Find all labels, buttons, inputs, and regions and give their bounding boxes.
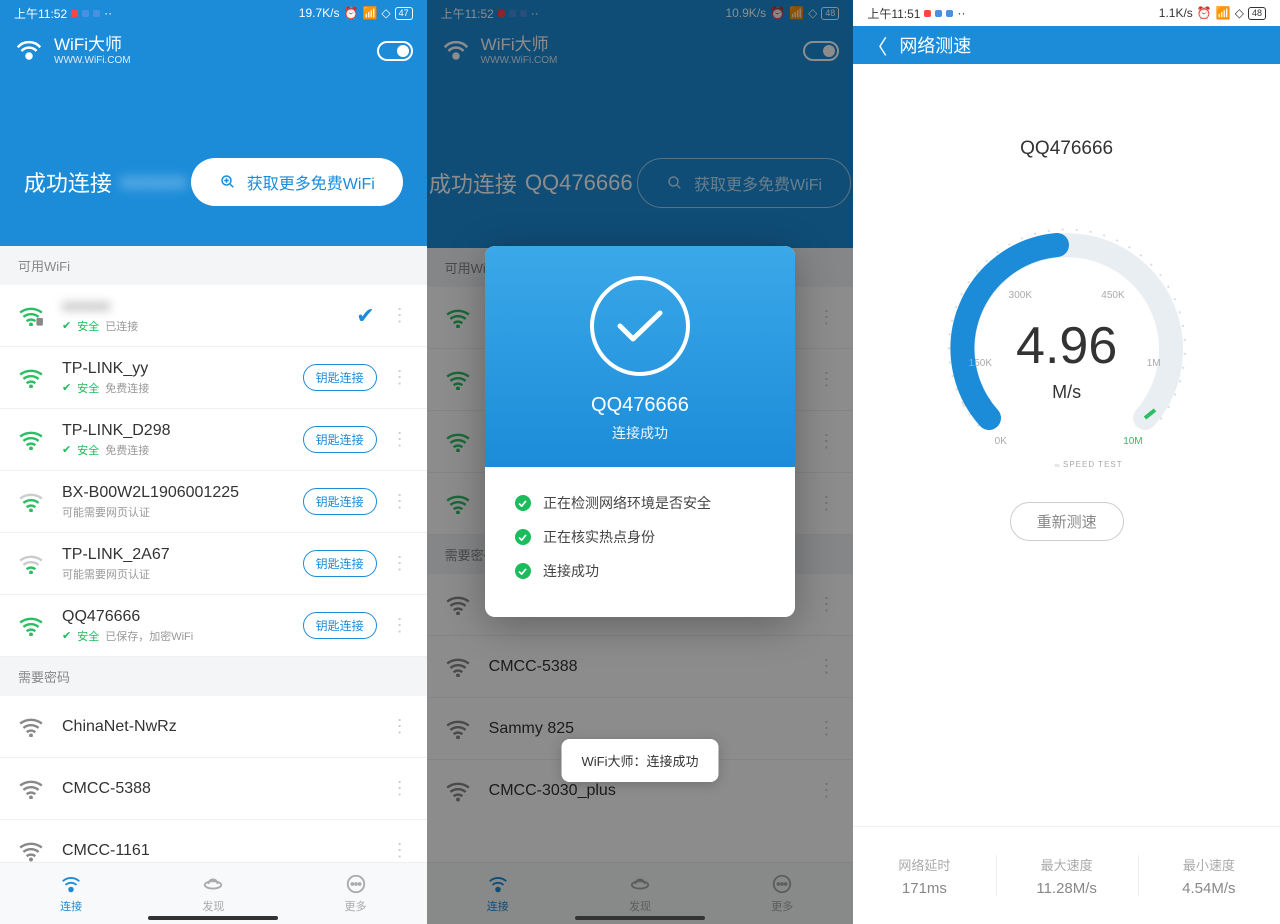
connect-success-dialog: QQ476666 连接成功 正在检测网络环境是否安全 正在核实热点身份 连接成功 <box>485 246 795 617</box>
dialog-steps: 正在检测网络环境是否安全 正在核实热点身份 连接成功 <box>485 467 795 617</box>
wifi-list: ●●●●● ✔安全已连接 ✔ ⋮ TP-LINK_yy✔安全免费连接 钥匙连接 … <box>0 285 427 862</box>
section-available: 可用WiFi <box>0 246 427 285</box>
gauge-unit: M/s <box>917 382 1217 403</box>
tab-discover[interactable]: 发现 <box>142 863 284 924</box>
home-indicator[interactable] <box>148 916 278 920</box>
wifi-row[interactable]: CMCC-1161 ⋮ <box>0 820 427 862</box>
status-bar: 上午11:52 ·· 19.7K/s ⏰ 📶 ◇ 47 <box>0 0 427 26</box>
tab-bar: 连接 发现 更多 <box>0 862 427 924</box>
screen-wifi-list: 上午11:52 ·· 19.7K/s ⏰ 📶 ◇ 47 WiFi大师 WWW.W… <box>0 0 427 924</box>
screen-speed-test: 上午11:51·· 1.1K/s⏰📶◇48 〈 网络测速 QQ476666 0K… <box>853 0 1280 924</box>
alarm-icon: ⏰ <box>344 6 359 20</box>
back-icon[interactable]: 〈 <box>867 31 887 60</box>
hero-prefix: 成功连接 <box>24 166 112 198</box>
more-icon <box>345 873 367 895</box>
speed-gauge: 0K 150K 300K 450K 1M 10M SPEED TEST 4.96… <box>917 208 1217 468</box>
toast: WiFi大师：连接成功 <box>561 739 718 782</box>
more-icon[interactable]: ⋮ <box>385 785 415 792</box>
wifi-row[interactable]: TP-LINK_2A67可能需要网页认证 钥匙连接 ⋮ <box>0 533 427 595</box>
wifi-row[interactable]: ChinaNet-NwRz ⋮ <box>0 696 427 758</box>
home-indicator[interactable] <box>575 916 705 920</box>
gauge-value: 4.96 <box>917 316 1217 376</box>
wifi-signal-icon <box>18 429 44 451</box>
wifi-signal-icon <box>18 305 44 327</box>
hero-ssid: ●●●●● <box>120 169 186 195</box>
wifi-signal-icon <box>18 491 44 513</box>
metrics: 网络延时171ms 最大速度11.28M/s 最小速度4.54M/s <box>853 826 1280 924</box>
wifi-signal-icon <box>18 716 44 738</box>
app-icon <box>82 10 89 17</box>
wifi-row[interactable]: TP-LINK_yy✔安全免费连接 钥匙连接 ⋮ <box>0 347 427 409</box>
wifi-row[interactable]: BX-B00W2L1906001225可能需要网页认证 钥匙连接 ⋮ <box>0 471 427 533</box>
record-icon <box>71 10 78 17</box>
wifi-signal-icon <box>18 553 44 575</box>
wifi-signal-icon <box>18 367 44 389</box>
wifi-row[interactable]: ●●●●● ✔安全已连接 ✔ ⋮ <box>0 285 427 347</box>
status-dots: ·· <box>104 6 112 20</box>
more-icon[interactable]: ⋮ <box>385 723 415 730</box>
metric-max: 最大速度11.28M/s <box>996 827 1138 924</box>
retest-button[interactable]: 重新测速 <box>1010 502 1124 541</box>
wifi-icon: ◇ <box>381 6 390 20</box>
more-icon[interactable]: ⋮ <box>385 436 415 443</box>
tab-connect[interactable]: 连接 <box>0 863 142 924</box>
more-icon[interactable]: ⋮ <box>385 560 415 567</box>
speed-ssid: QQ476666 <box>1020 138 1113 160</box>
wifi-row[interactable]: QQ476666✔安全已保存，加密WiFi 钥匙连接 ⋮ <box>0 595 427 657</box>
wifi-signal-icon <box>18 778 44 800</box>
app-subtitle: WWW.WiFi.COM <box>54 55 131 66</box>
more-icon[interactable]: ⋮ <box>385 498 415 505</box>
page-header: 〈 网络测速 <box>853 26 1280 64</box>
step-ok-icon <box>515 563 531 579</box>
more-icon[interactable]: ⋮ <box>385 312 415 319</box>
step-ok-icon <box>515 529 531 545</box>
more-icon[interactable]: ⋮ <box>385 622 415 629</box>
key-connect-button[interactable]: 钥匙连接 <box>303 488 377 515</box>
section-password: 需要密码 <box>0 657 427 696</box>
wifi-signal-icon <box>18 840 44 862</box>
shield-icon: ✔ <box>62 319 71 332</box>
status-time: 上午11:52 <box>14 5 67 22</box>
screen-connect-success: 上午11:52·· 10.9K/s⏰📶◇48 WiFi大师WWW.WiFi.CO… <box>427 0 854 924</box>
ufo-icon <box>202 873 224 895</box>
signal-icon: 📶 <box>362 6 377 20</box>
connected-check-icon: ✔ <box>356 303 374 329</box>
get-more-wifi-button[interactable]: 获取更多免费WiFi <box>191 158 403 206</box>
key-connect-button[interactable]: 钥匙连接 <box>303 550 377 577</box>
key-connect-button[interactable]: 钥匙连接 <box>303 426 377 453</box>
wifi-logo-icon <box>14 36 44 66</box>
get-more-label: 获取更多免费WiFi <box>247 170 375 194</box>
wifi-row[interactable]: TP-LINK_D298✔安全免费连接 钥匙连接 ⋮ <box>0 409 427 471</box>
ssid: ●●●●● <box>62 298 356 316</box>
more-icon[interactable]: ⋮ <box>385 374 415 381</box>
dialog-ssid: QQ476666 <box>485 394 795 417</box>
more-icon[interactable]: ⋮ <box>385 847 415 854</box>
search-wifi-icon <box>219 173 237 191</box>
tab-more[interactable]: 更多 <box>284 863 426 924</box>
wifi-row[interactable]: CMCC-5388 ⋮ <box>0 758 427 820</box>
key-connect-button[interactable]: 钥匙连接 <box>303 612 377 639</box>
dialog-status: 连接成功 <box>485 423 795 443</box>
status-bar: 上午11:51·· 1.1K/s⏰📶◇48 <box>853 0 1280 26</box>
metric-min: 最小速度4.54M/s <box>1138 827 1280 924</box>
wifi-icon <box>60 873 82 895</box>
success-check-icon <box>590 276 690 376</box>
key-connect-button[interactable]: 钥匙连接 <box>303 364 377 391</box>
app-header: WiFi大师 WWW.WiFi.COM <box>0 26 427 76</box>
wifi-signal-icon <box>18 615 44 637</box>
app-title: WiFi大师 <box>54 36 131 55</box>
app-icon <box>93 10 100 17</box>
step-ok-icon <box>515 495 531 511</box>
page-title: 网络测速 <box>899 32 971 58</box>
metric-latency: 网络延时171ms <box>853 827 995 924</box>
net-speed: 19.7K/s <box>299 6 340 20</box>
hero: 成功连接 ●●●●● 获取更多免费WiFi <box>0 76 427 246</box>
wifi-toggle[interactable] <box>377 41 413 61</box>
battery-icon: 47 <box>395 7 413 20</box>
